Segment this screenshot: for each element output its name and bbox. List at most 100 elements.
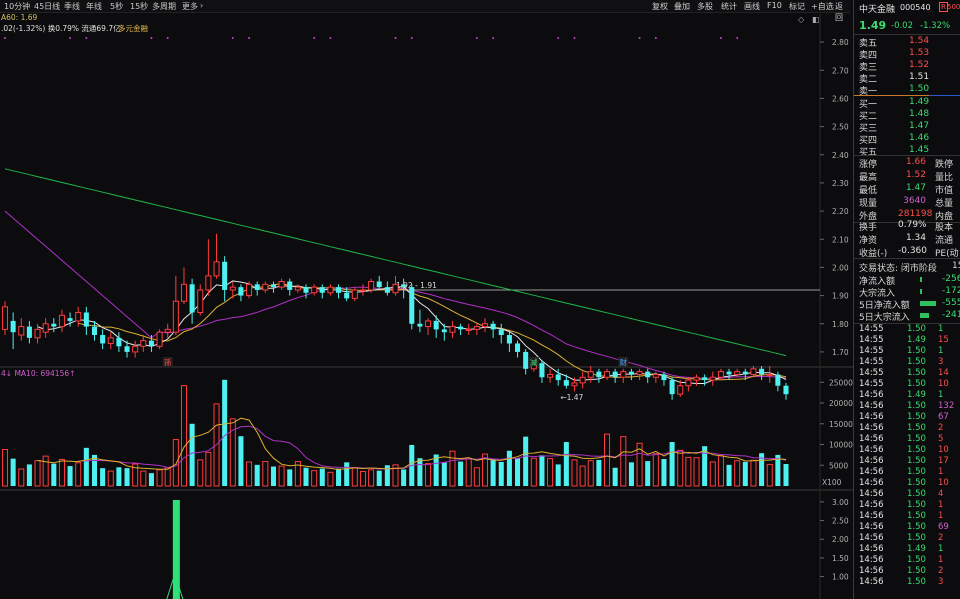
volume-bar[interactable] [563,442,569,486]
candle-body[interactable] [685,379,692,387]
chart-area[interactable]: A60: 1.69.02(-1.32%) 换0.79% 流通69.7亿 多元金融 2… [0,13,853,599]
volume-bar[interactable] [344,462,350,486]
volume-bar[interactable] [523,436,529,486]
volume-bar[interactable] [750,459,757,487]
volume-bar[interactable] [490,458,496,486]
candle-body[interactable] [628,371,634,375]
volume-bar[interactable] [612,467,618,486]
volume-bar[interactable] [783,464,789,486]
volume-bar[interactable] [620,436,627,487]
candle-body[interactable] [717,371,724,378]
volume-bar[interactable] [547,458,554,487]
candle-body[interactable] [1,306,9,330]
candle-body[interactable] [83,312,89,327]
candle-body[interactable] [645,371,651,378]
candle-body[interactable] [458,326,464,330]
volume-bar[interactable] [140,470,147,487]
volume-bar[interactable] [579,465,586,487]
candle-body[interactable] [759,368,765,375]
candle-body[interactable] [742,371,748,375]
candle-body[interactable] [677,385,684,395]
volume-bar[interactable] [351,467,358,487]
candle-body[interactable] [441,329,447,333]
candle-body[interactable] [636,371,643,375]
volume-bar[interactable] [319,468,325,486]
volume-bar[interactable] [458,461,464,486]
volume-bar[interactable] [603,433,611,487]
ask-price-3[interactable]: 1.51 [909,72,929,82]
bid-price-3[interactable]: 1.46 [909,133,929,143]
volume-bar[interactable] [596,459,602,486]
candle-body[interactable] [205,275,212,291]
candle-body[interactable] [164,328,171,333]
volume-bar[interactable] [197,459,204,487]
volume-bar[interactable] [278,465,285,487]
candle-body[interactable] [612,371,618,378]
bid-price-0[interactable]: 1.49 [909,97,929,107]
volume-bar[interactable] [587,460,594,487]
tool-button-5[interactable]: F10 [767,1,782,10]
candle-body[interactable] [669,380,675,395]
candle-body[interactable] [425,320,432,328]
volume-bar[interactable] [303,467,309,486]
candle-body[interactable] [433,320,439,330]
candle-body[interactable] [661,374,667,381]
candle-body[interactable] [18,326,25,336]
candle-body[interactable] [775,374,781,386]
candle-body[interactable] [58,314,65,328]
candle-body[interactable] [327,286,334,294]
candle-body[interactable] [563,380,569,386]
candle-body[interactable] [368,281,375,291]
volume-bar[interactable] [693,457,700,487]
candle-body[interactable] [148,340,154,347]
candle-body[interactable] [180,283,188,302]
candle-body[interactable] [51,323,57,327]
volume-bar[interactable] [441,462,447,486]
candle-body[interactable] [652,373,659,378]
volume-bar[interactable] [530,457,537,487]
candle-body[interactable] [409,287,415,324]
volume-bar[interactable] [726,464,732,486]
candle-body[interactable] [229,286,236,291]
candle-body[interactable] [734,371,741,375]
volume-bar[interactable] [75,462,82,487]
volume-bar[interactable] [100,468,106,486]
volume-bar[interactable] [205,451,212,487]
volume-bar[interactable] [702,446,708,486]
ask-price-0[interactable]: 1.54 [909,36,929,46]
volume-bar[interactable] [222,379,228,486]
volume-bar[interactable] [515,458,521,486]
volume-bar[interactable] [465,458,472,487]
candle-body[interactable] [702,377,708,381]
candle-body[interactable] [246,283,253,297]
candle-body[interactable] [515,343,521,352]
volume-bar[interactable] [67,466,73,486]
candle-body[interactable] [555,374,561,381]
candle-body[interactable] [91,326,98,336]
bid-price-2[interactable]: 1.47 [909,121,929,131]
volume-bar[interactable] [172,439,179,487]
volume-bar[interactable] [254,464,260,486]
volume-bar[interactable] [189,423,195,486]
candle-body[interactable] [124,346,130,352]
volume-bar[interactable] [669,442,675,486]
candle-body[interactable] [311,286,318,294]
volume-bar[interactable] [10,458,16,486]
candle-body[interactable] [213,261,220,277]
period-tab-4[interactable]: 5秒 [110,1,123,12]
volume-bar[interactable] [376,470,382,486]
period-tab-6[interactable]: 多周期 [152,1,176,12]
volume-bar[interactable] [506,450,512,486]
candle-body[interactable] [359,289,366,292]
volume-bar[interactable] [164,467,171,487]
candle-body[interactable] [197,289,204,313]
candle-body[interactable] [766,373,773,376]
candle-body[interactable] [116,337,122,347]
candle-body[interactable] [344,292,350,299]
volume-bar[interactable] [107,470,114,487]
volume-bar[interactable] [401,469,407,486]
candle-body[interactable] [262,283,269,291]
volume-bar[interactable] [433,454,439,486]
candle-body[interactable] [34,328,41,339]
candle-body[interactable] [498,329,504,336]
